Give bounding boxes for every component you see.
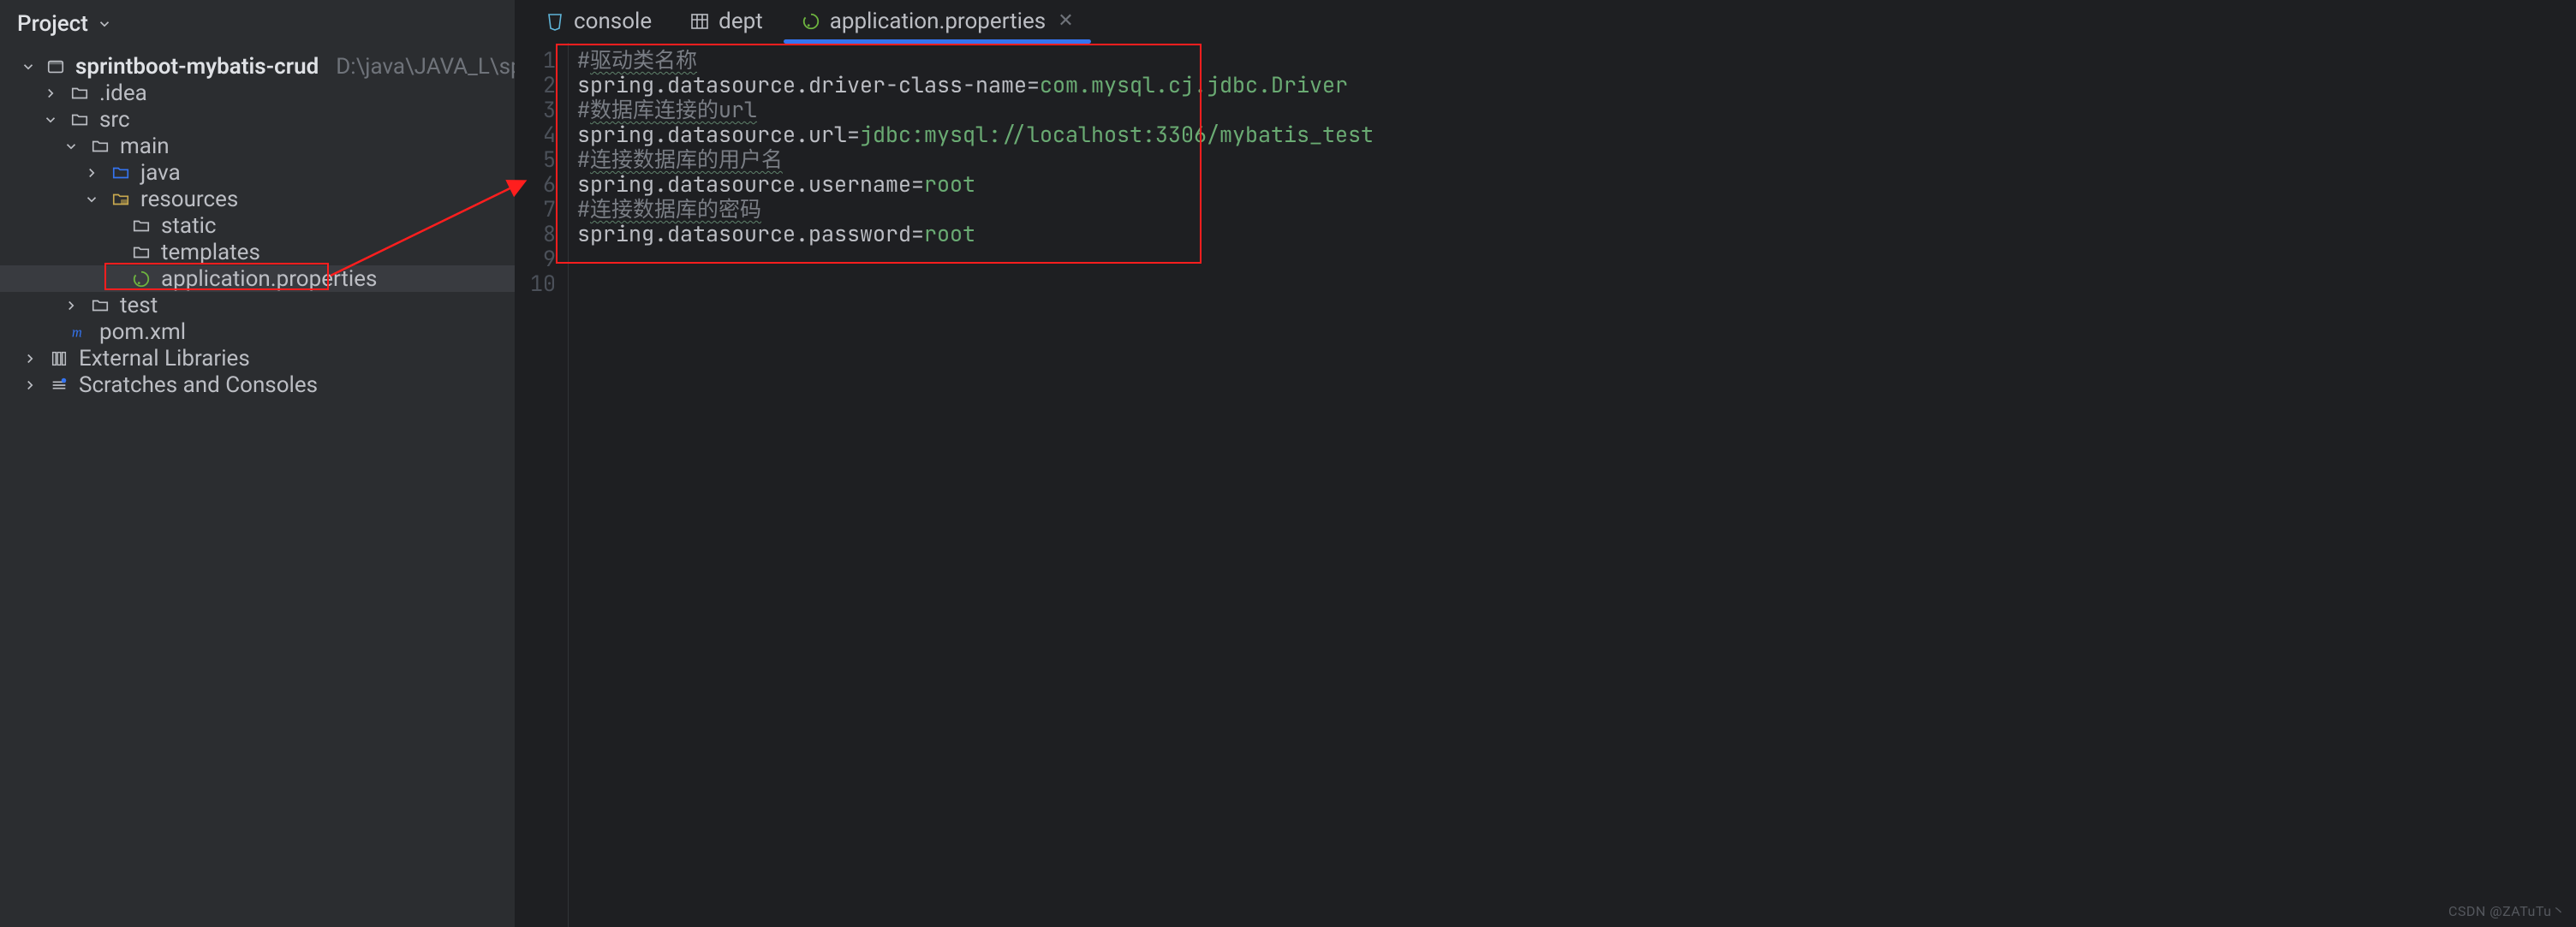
project-tree: sprintboot-mybatis-crud D:\java\JAVA_L\s… bbox=[0, 48, 515, 403]
tree-item-label: java bbox=[140, 160, 181, 186]
folder-icon bbox=[69, 109, 91, 131]
tree-item-idea[interactable]: .idea bbox=[0, 80, 515, 106]
code-line: #连接数据库的用户名 bbox=[577, 147, 2576, 172]
chevron-down-icon[interactable] bbox=[41, 112, 60, 128]
tree-item-src[interactable]: src bbox=[0, 106, 515, 133]
editor-tabs: console dept application.properties ✕ bbox=[516, 0, 2576, 43]
chevron-down-icon bbox=[95, 16, 114, 32]
tree-item-application-properties[interactable]: • application.properties bbox=[0, 265, 515, 292]
code-line: spring.datasource.password=root bbox=[577, 222, 2576, 247]
svg-text:m: m bbox=[72, 324, 82, 340]
tab-application-properties[interactable]: application.properties ✕ bbox=[782, 0, 1093, 42]
code-line: spring.datasource.driver-class-name=com.… bbox=[577, 73, 2576, 98]
line-number: 3 bbox=[521, 98, 556, 122]
tree-item-label: Scratches and Consoles bbox=[79, 372, 318, 398]
line-number: 6 bbox=[521, 172, 556, 197]
code-line bbox=[577, 271, 2576, 296]
code-line: #数据库连接的url bbox=[577, 98, 2576, 122]
tree-item-resources[interactable]: resources bbox=[0, 186, 515, 212]
chevron-right-icon[interactable] bbox=[62, 298, 80, 313]
tab-label: application.properties bbox=[830, 9, 1046, 34]
code-line bbox=[577, 247, 2576, 271]
code-line: spring.datasource.url=jdbc:mysql://local… bbox=[577, 122, 2576, 147]
tree-item-pom[interactable]: • m pom.xml bbox=[0, 318, 515, 345]
tab-label: console bbox=[574, 9, 652, 34]
folder-icon bbox=[89, 135, 111, 157]
close-icon[interactable]: ✕ bbox=[1054, 10, 1073, 32]
code-line: #连接数据库的密码 bbox=[577, 197, 2576, 222]
module-icon bbox=[45, 56, 67, 78]
source-folder-icon bbox=[110, 162, 132, 184]
tab-label: dept bbox=[719, 9, 763, 34]
chevron-right-icon[interactable] bbox=[82, 165, 101, 181]
code-editor[interactable]: 1 2 3 4 5 6 7 8 9 10 #驱动类名称 spring.datas… bbox=[516, 43, 2576, 927]
table-icon bbox=[689, 11, 710, 32]
line-gutter: 1 2 3 4 5 6 7 8 9 10 bbox=[516, 43, 569, 927]
tree-item-label: main bbox=[120, 134, 170, 159]
tree-item-label: resources bbox=[140, 187, 238, 212]
line-number: 2 bbox=[521, 73, 556, 98]
tree-item-label: static bbox=[161, 213, 217, 239]
folder-icon bbox=[130, 215, 152, 237]
tree-item-label: .idea bbox=[99, 80, 147, 106]
db-console-icon bbox=[545, 11, 565, 32]
line-number: 7 bbox=[521, 197, 556, 222]
tree-root-label: sprintboot-mybatis-crud bbox=[75, 54, 319, 80]
editor-area: console dept application.properties ✕ 1 … bbox=[516, 0, 2576, 927]
tree-item-static[interactable]: • static bbox=[0, 212, 515, 239]
line-number: 4 bbox=[521, 122, 556, 147]
code-line: spring.datasource.username=root bbox=[577, 172, 2576, 197]
tree-item-label: pom.xml bbox=[99, 319, 186, 345]
line-number: 5 bbox=[521, 147, 556, 172]
folder-icon bbox=[89, 294, 111, 317]
spring-properties-icon bbox=[801, 11, 821, 32]
tree-item-main[interactable]: main bbox=[0, 133, 515, 159]
code-body[interactable]: #驱动类名称 spring.datasource.driver-class-na… bbox=[569, 43, 2576, 927]
tree-item-label: External Libraries bbox=[79, 346, 250, 371]
project-panel-header[interactable]: Project bbox=[0, 0, 515, 48]
tree-root-path: D:\java\JAVA_L\sprintboot-mybatis-cru bbox=[327, 54, 516, 80]
chevron-right-icon[interactable] bbox=[41, 86, 60, 101]
chevron-down-icon[interactable] bbox=[62, 139, 80, 154]
project-title-label: Project bbox=[17, 11, 88, 37]
chevron-down-icon[interactable] bbox=[82, 192, 101, 207]
watermark: CSDN @ZATuTu丶 bbox=[2448, 900, 2566, 920]
tree-item-label: src bbox=[99, 107, 130, 133]
tree-item-label: application.properties bbox=[161, 266, 377, 292]
project-panel: Project sprintboot-mybatis-crud D:\java\… bbox=[0, 0, 516, 927]
chevron-right-icon[interactable] bbox=[21, 377, 39, 393]
resources-folder-icon bbox=[110, 188, 132, 211]
scratches-icon bbox=[48, 374, 70, 396]
ide-window: Project sprintboot-mybatis-crud D:\java\… bbox=[0, 0, 2576, 927]
library-icon bbox=[48, 348, 70, 370]
folder-icon bbox=[69, 82, 91, 104]
tree-item-test[interactable]: test bbox=[0, 292, 515, 318]
tree-item-external-libraries[interactable]: External Libraries bbox=[0, 345, 515, 371]
tree-item-label: templates bbox=[161, 240, 260, 265]
spring-properties-icon bbox=[130, 268, 152, 290]
tree-item-label: test bbox=[120, 293, 158, 318]
folder-icon bbox=[130, 241, 152, 264]
chevron-down-icon[interactable] bbox=[21, 59, 36, 74]
maven-icon: m bbox=[69, 321, 91, 343]
tree-root[interactable]: sprintboot-mybatis-crud D:\java\JAVA_L\s… bbox=[0, 53, 515, 80]
tab-dept[interactable]: dept bbox=[671, 0, 782, 42]
tree-item-scratches[interactable]: Scratches and Consoles bbox=[0, 371, 515, 398]
line-number: 8 bbox=[521, 222, 556, 247]
code-line: #驱动类名称 bbox=[577, 48, 2576, 73]
tree-item-templates[interactable]: • templates bbox=[0, 239, 515, 265]
chevron-right-icon[interactable] bbox=[21, 351, 39, 366]
line-number: 1 bbox=[521, 48, 556, 73]
line-number: 10 bbox=[521, 271, 556, 296]
tree-item-java[interactable]: java bbox=[0, 159, 515, 186]
tab-console[interactable]: console bbox=[526, 0, 671, 42]
line-number: 9 bbox=[521, 247, 556, 271]
